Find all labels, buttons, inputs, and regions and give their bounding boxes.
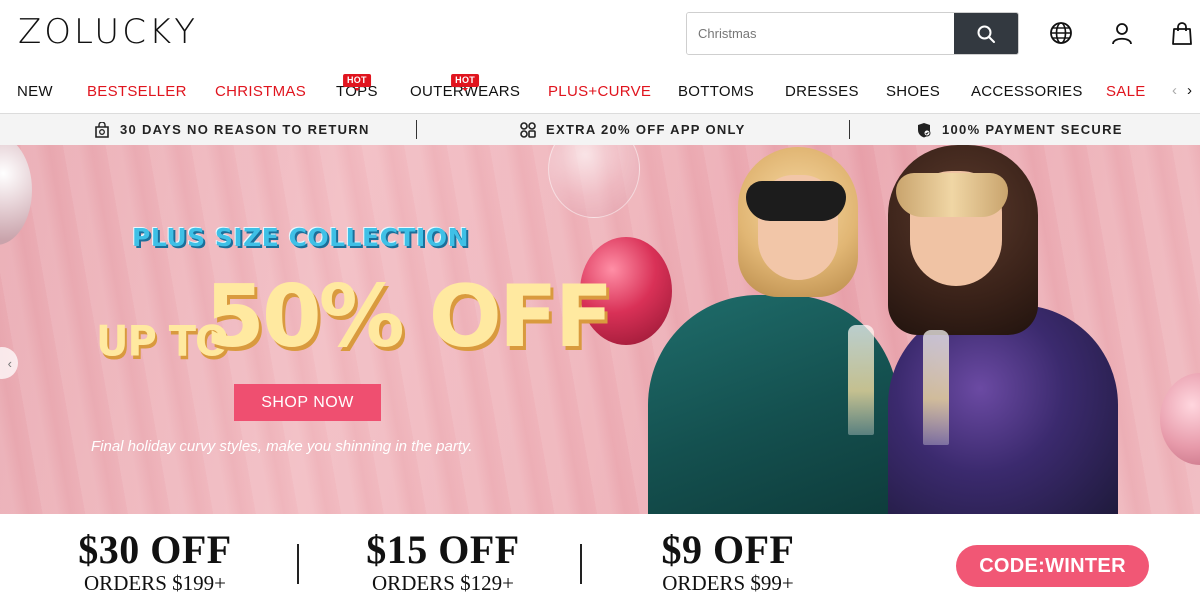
coupon-item[interactable]: $15 OFF ORDERS $129+	[358, 527, 528, 595]
search-input[interactable]	[687, 13, 954, 54]
mask-image	[896, 173, 1008, 217]
nav-label: DRESSES	[785, 83, 859, 100]
shop-now-button[interactable]: SHOP NOW	[234, 384, 381, 421]
language-button[interactable]	[1048, 20, 1074, 46]
champagne-glass-image	[923, 330, 949, 445]
nav-label: BESTSELLER	[87, 83, 187, 100]
nav-label: SALE	[1106, 83, 1146, 100]
account-button[interactable]	[1109, 20, 1135, 46]
site-logo[interactable]: ZOLUCKY	[18, 12, 198, 52]
models-photo	[648, 145, 1118, 514]
coupon-code-button[interactable]: CODE:WINTER	[956, 545, 1149, 587]
nav-item-bestseller[interactable]: BESTSELLER	[87, 83, 187, 100]
nav-label: SHOES	[886, 83, 941, 100]
banner-tagline: Final holiday curvy styles, make you shi…	[91, 438, 473, 455]
nav-item-shoes[interactable]: SHOES	[886, 83, 940, 100]
main-nav: NEW BESTSELLER CHRISTMAS HOT TOPS HOT OU…	[0, 68, 1200, 114]
coupon-divider	[580, 544, 582, 584]
strip-divider	[849, 120, 850, 139]
coupon-item[interactable]: $9 OFF ORDERS $99+	[648, 527, 808, 595]
banner-discount: 50% OFF	[205, 267, 613, 367]
nav-item-plus-curve[interactable]: PLUS+CURVE	[548, 83, 651, 100]
user-icon	[1112, 23, 1132, 45]
promo-app[interactable]: EXTRA 20% OFF APP ONLY	[520, 114, 746, 145]
coupon-bar: $30 OFF ORDERS $199+ $15 OFF ORDERS $129…	[0, 514, 1200, 604]
hot-badge: HOT	[342, 74, 371, 91]
mask-image	[746, 181, 846, 221]
nav-item-new[interactable]: NEW	[17, 83, 53, 100]
search-button[interactable]	[954, 13, 1018, 54]
coupon-minimum: ORDERS $99+	[662, 571, 794, 595]
globe-icon	[1050, 22, 1072, 44]
cart-button[interactable]	[1169, 20, 1195, 46]
search-bar	[686, 12, 1019, 55]
nav-item-bottoms[interactable]: BOTTOMS	[678, 83, 754, 100]
coupon-amount: $30 OFF	[78, 527, 232, 572]
app-icon	[520, 121, 536, 138]
nav-label: CHRISTMAS	[215, 83, 307, 100]
nav-next-arrow[interactable]: ›	[1187, 82, 1192, 99]
promo-text: 30 DAYS NO REASON TO RETURN	[120, 122, 370, 137]
site-header: ZOLUCKY	[0, 0, 1200, 68]
nav-item-accessories[interactable]: ACCESSORIES	[971, 83, 1083, 100]
nav-item-tops[interactable]: HOT TOPS	[336, 74, 378, 100]
nav-item-christmas[interactable]: CHRISTMAS	[215, 83, 306, 100]
nav-label: PLUS+CURVE	[548, 83, 652, 100]
shield-icon	[918, 122, 931, 137]
search-icon	[977, 25, 995, 43]
nav-label: ACCESSORIES	[971, 83, 1083, 100]
chevron-left-icon: ‹	[7, 355, 12, 371]
promo-strip: 30 DAYS NO REASON TO RETURN EXTRA 20% OF…	[0, 114, 1200, 145]
coupon-divider	[297, 544, 299, 584]
coupon-minimum: ORDERS $129+	[372, 571, 514, 595]
strip-divider	[416, 120, 417, 139]
hot-badge: HOT	[451, 74, 480, 91]
promo-text: EXTRA 20% OFF APP ONLY	[546, 122, 746, 137]
nav-item-dresses[interactable]: DRESSES	[785, 83, 859, 100]
nav-item-sale[interactable]: SALE	[1106, 83, 1146, 100]
hero-banner[interactable]: PLUS SIZE COLLECTION UP TO 50% OFF SHOP …	[0, 145, 1200, 514]
nav-item-outerwears[interactable]: HOT OUTERWEARS	[410, 74, 520, 100]
banner-subtitle: PLUS SIZE COLLECTION	[132, 223, 470, 252]
promo-secure[interactable]: 100% PAYMENT SECURE	[916, 114, 1123, 145]
coupon-item[interactable]: $30 OFF ORDERS $199+	[70, 527, 240, 595]
coupon-amount: $15 OFF	[366, 527, 520, 572]
nav-prev-arrow[interactable]: ‹	[1172, 82, 1177, 99]
nav-scroll-arrows: ‹ ›	[1172, 82, 1192, 99]
promo-return[interactable]: 30 DAYS NO REASON TO RETURN	[94, 114, 370, 145]
promo-text: 100% PAYMENT SECURE	[942, 122, 1123, 137]
coupon-amount: $9 OFF	[661, 527, 795, 572]
return-bag-icon	[95, 121, 109, 138]
bag-icon	[1172, 22, 1192, 45]
nav-label: NEW	[17, 83, 53, 100]
coupon-minimum: ORDERS $199+	[84, 571, 226, 595]
nav-label: BOTTOMS	[678, 83, 754, 100]
champagne-glass-image	[848, 325, 874, 435]
